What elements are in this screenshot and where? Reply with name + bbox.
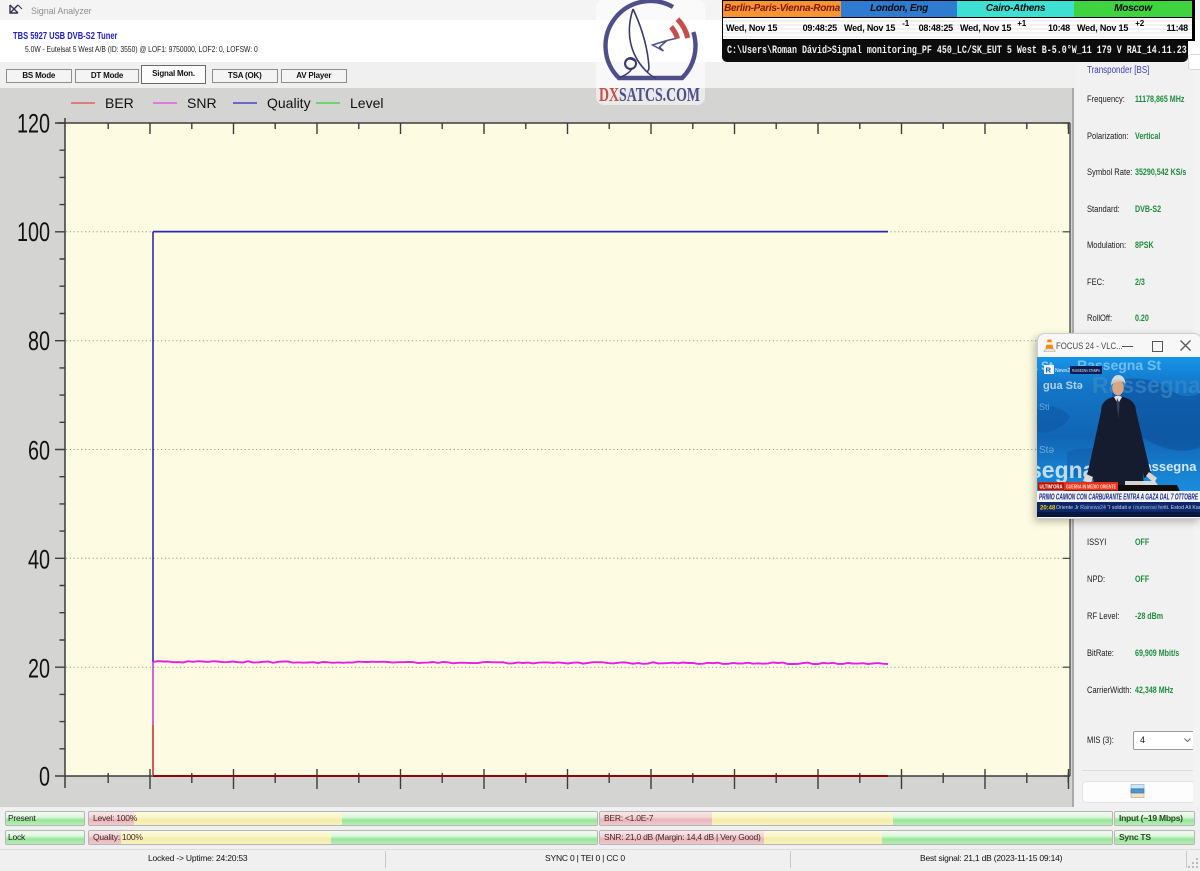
svg-text:100: 100 — [17, 217, 50, 247]
svg-text:20:48: 20:48 — [1040, 505, 1056, 511]
svg-text:SNR: SNR — [187, 95, 217, 111]
svg-text:Oriente Jr Rainews24 “I soldat: Oriente Jr Rainews24 “I soldati e i nume… — [1056, 505, 1200, 511]
svg-text:Stə: Stə — [1039, 445, 1054, 456]
svg-text:Rassegna S: Rassegna S — [1092, 372, 1200, 398]
svg-text:20: 20 — [28, 654, 50, 684]
svg-text:BER: BER — [105, 95, 134, 111]
svg-text:Quality: Quality — [267, 95, 311, 111]
svg-text:R: R — [1046, 366, 1052, 375]
svg-text:DXSATCS.COM: DXSATCS.COM — [599, 85, 700, 105]
svg-text:GUERRA IN MEDIO ORIENTE: GUERRA IN MEDIO ORIENTE — [1066, 485, 1116, 491]
svg-text:gua Stə: gua Stə — [1043, 380, 1083, 392]
svg-text:RASSEGNA STAMPA: RASSEGNA STAMPA — [1072, 368, 1100, 373]
svg-text:0: 0 — [39, 762, 50, 792]
svg-text:80: 80 — [28, 326, 50, 356]
svg-text:Sti: Sti — [1039, 402, 1050, 412]
svg-text:60: 60 — [28, 435, 50, 465]
svg-text:40: 40 — [28, 544, 50, 574]
svg-text:ULTIM’ORA: ULTIM’ORA — [1040, 485, 1063, 491]
svg-text:Level: Level — [350, 95, 383, 111]
svg-text:120: 120 — [17, 109, 50, 139]
svg-text:PRIMO CAMION CON CARBURANTE EN: PRIMO CAMION CON CARBURANTE ENTRA A GAZA… — [1039, 492, 1198, 502]
